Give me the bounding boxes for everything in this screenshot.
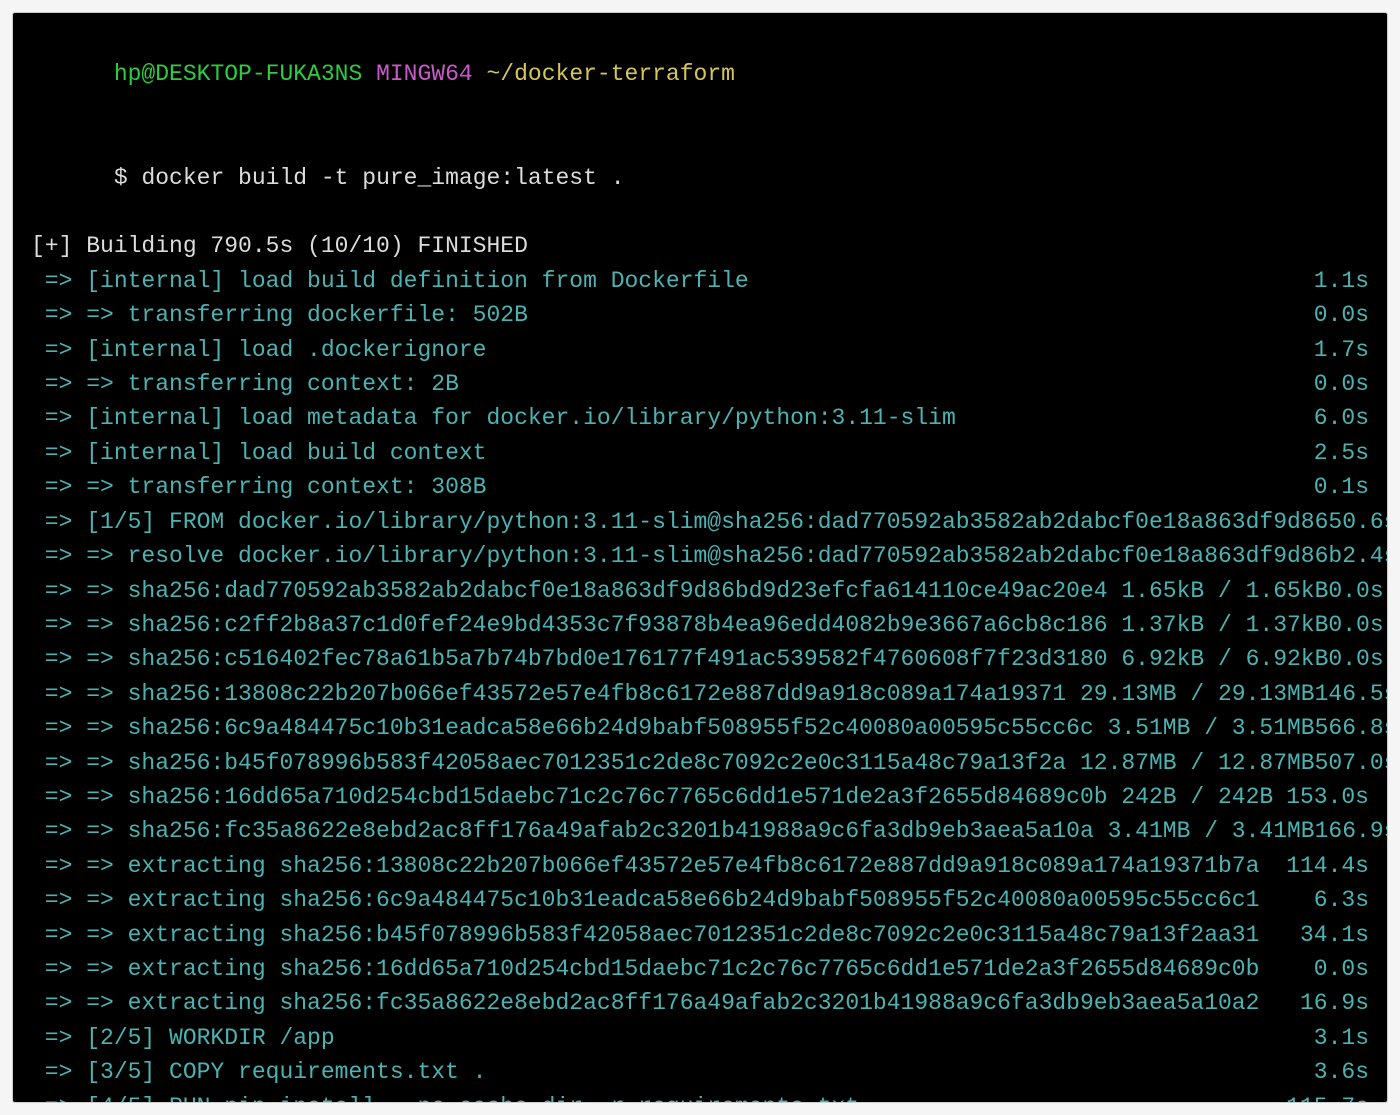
build-line: => [1/5] FROM docker.io/library/python:3… bbox=[31, 505, 1369, 539]
build-line-text: => => extracting sha256:fc35a8622e8ebd2a… bbox=[31, 986, 1300, 1020]
build-line-time: 0.0s bbox=[1314, 367, 1369, 401]
build-line-time: 566.8s bbox=[1315, 711, 1388, 745]
build-line-time: 1.1s bbox=[1314, 264, 1369, 298]
build-line-text: => => sha256:6c9a484475c10b31eadca58e66b… bbox=[31, 711, 1315, 745]
build-line: => => sha256:13808c22b207b066ef43572e57e… bbox=[31, 677, 1369, 711]
build-line-text: => => transferring context: 308B bbox=[31, 470, 1314, 504]
build-line: => => sha256:16dd65a710d254cbd15daebc71c… bbox=[31, 780, 1369, 814]
build-line-text: => [4/5] RUN pip install --no-cache-dir … bbox=[31, 1090, 1286, 1103]
build-line-text: => [internal] load .dockerignore bbox=[31, 333, 1314, 367]
build-line-text: => => transferring dockerfile: 502B bbox=[31, 298, 1314, 332]
prompt-user: hp@DESKTOP-FUKA3NS bbox=[114, 61, 376, 87]
build-line: => => sha256:fc35a8622e8ebd2ac8ff176a49a… bbox=[31, 814, 1369, 848]
build-line-time: 2.5s bbox=[1314, 436, 1369, 470]
build-line-time: 0.1s bbox=[1314, 470, 1369, 504]
build-line: => [internal] load metadata for docker.i… bbox=[31, 401, 1369, 435]
build-line-text: => [1/5] FROM docker.io/library/python:3… bbox=[31, 505, 1315, 539]
build-line-text: => => extracting sha256:13808c22b207b066… bbox=[31, 849, 1286, 883]
build-line-time: 6.3s bbox=[1314, 883, 1369, 917]
build-line: => [4/5] RUN pip install --no-cache-dir … bbox=[31, 1090, 1369, 1103]
build-line-time: 0.0s bbox=[1314, 298, 1369, 332]
build-line-text: => => extracting sha256:6c9a484475c10b31… bbox=[31, 883, 1314, 917]
build-line: => => sha256:c516402fec78a61b5a7b74b7bd0… bbox=[31, 642, 1369, 676]
build-line-time: 507.0s bbox=[1315, 746, 1388, 780]
build-line-text: => [internal] load build context bbox=[31, 436, 1314, 470]
build-line: => => transferring context: 308B0.1s bbox=[31, 470, 1369, 504]
build-line-time: 0.0s bbox=[1328, 574, 1383, 608]
build-line-text: => => sha256:dad770592ab3582ab2dabcf0e18… bbox=[31, 574, 1328, 608]
build-line-time: 146.5s bbox=[1315, 677, 1388, 711]
build-line-text: => [2/5] WORKDIR /app bbox=[31, 1021, 1314, 1055]
build-line-time: 2.4s bbox=[1342, 539, 1388, 573]
build-line-time: 0.0s bbox=[1328, 608, 1383, 642]
build-line-time: 6.0s bbox=[1314, 401, 1369, 435]
build-line: => => extracting sha256:b45f078996b583f4… bbox=[31, 918, 1369, 952]
build-line-text: => => extracting sha256:16dd65a710d254cb… bbox=[31, 952, 1314, 986]
build-line: => => sha256:6c9a484475c10b31eadca58e66b… bbox=[31, 711, 1369, 745]
build-line-time: 115.7s bbox=[1286, 1090, 1369, 1103]
build-line-time: 0.0s bbox=[1328, 642, 1383, 676]
build-status-text: [+] Building 790.5s (10/10) FINISHED bbox=[31, 229, 1369, 263]
prompt-path: ~/docker-terraform bbox=[487, 61, 735, 87]
build-line: => => resolve docker.io/library/python:3… bbox=[31, 539, 1369, 573]
build-line-time: 3.6s bbox=[1314, 1055, 1369, 1089]
build-line: => => extracting sha256:fc35a8622e8ebd2a… bbox=[31, 986, 1369, 1020]
build-line-time: 114.4s bbox=[1286, 849, 1369, 883]
build-line: => => extracting sha256:16dd65a710d254cb… bbox=[31, 952, 1369, 986]
build-output: => [internal] load build definition from… bbox=[31, 264, 1369, 1103]
build-line: => [internal] load .dockerignore1.7s bbox=[31, 333, 1369, 367]
build-line-time: 34.1s bbox=[1300, 918, 1369, 952]
build-line: => => extracting sha256:6c9a484475c10b31… bbox=[31, 883, 1369, 917]
build-line-time: 153.0s bbox=[1286, 780, 1369, 814]
build-line-text: => => sha256:13808c22b207b066ef43572e57e… bbox=[31, 677, 1315, 711]
build-line-time: 1.7s bbox=[1314, 333, 1369, 367]
build-line-time: 166.9s bbox=[1315, 814, 1388, 848]
build-line: => => sha256:c2ff2b8a37c1d0fef24e9bd4353… bbox=[31, 608, 1369, 642]
build-line: => [3/5] COPY requirements.txt .3.6s bbox=[31, 1055, 1369, 1089]
build-line-text: => [internal] load build definition from… bbox=[31, 264, 1314, 298]
build-status-line: [+] Building 790.5s (10/10) FINISHED bbox=[31, 229, 1369, 263]
build-line: => => transferring dockerfile: 502B0.0s bbox=[31, 298, 1369, 332]
prompt-line: hp@DESKTOP-FUKA3NS MINGW64 ~/docker-terr… bbox=[31, 23, 1369, 126]
build-line-time: 650.6s bbox=[1315, 505, 1388, 539]
build-line: => [2/5] WORKDIR /app3.1s bbox=[31, 1021, 1369, 1055]
command-text: docker build -t pure_image:latest . bbox=[141, 165, 624, 191]
build-line: => [internal] load build definition from… bbox=[31, 264, 1369, 298]
build-line-text: => [internal] load metadata for docker.i… bbox=[31, 401, 1314, 435]
build-line: => [internal] load build context2.5s bbox=[31, 436, 1369, 470]
build-line: => => transferring context: 2B0.0s bbox=[31, 367, 1369, 401]
build-line: => => sha256:b45f078996b583f42058aec7012… bbox=[31, 746, 1369, 780]
build-line-text: => => sha256:fc35a8622e8ebd2ac8ff176a49a… bbox=[31, 814, 1315, 848]
build-line-text: => => extracting sha256:b45f078996b583f4… bbox=[31, 918, 1300, 952]
terminal-window[interactable]: hp@DESKTOP-FUKA3NS MINGW64 ~/docker-terr… bbox=[12, 12, 1388, 1103]
command-prefix: $ bbox=[114, 165, 142, 191]
build-line-time: 16.9s bbox=[1300, 986, 1369, 1020]
build-line: => => sha256:dad770592ab3582ab2dabcf0e18… bbox=[31, 574, 1369, 608]
build-line-text: => => sha256:c2ff2b8a37c1d0fef24e9bd4353… bbox=[31, 608, 1328, 642]
command-line: $ docker build -t pure_image:latest . bbox=[31, 126, 1369, 229]
build-line-text: => => sha256:16dd65a710d254cbd15daebc71c… bbox=[31, 780, 1286, 814]
build-line-text: => => sha256:c516402fec78a61b5a7b74b7bd0… bbox=[31, 642, 1328, 676]
build-line: => => extracting sha256:13808c22b207b066… bbox=[31, 849, 1369, 883]
build-line-time: 3.1s bbox=[1314, 1021, 1369, 1055]
build-line-text: => => sha256:b45f078996b583f42058aec7012… bbox=[31, 746, 1315, 780]
build-line-text: => [3/5] COPY requirements.txt . bbox=[31, 1055, 1314, 1089]
build-line-text: => => transferring context: 2B bbox=[31, 367, 1314, 401]
prompt-env: MINGW64 bbox=[376, 61, 486, 87]
build-line-text: => => resolve docker.io/library/python:3… bbox=[31, 539, 1342, 573]
build-line-time: 0.0s bbox=[1314, 952, 1369, 986]
